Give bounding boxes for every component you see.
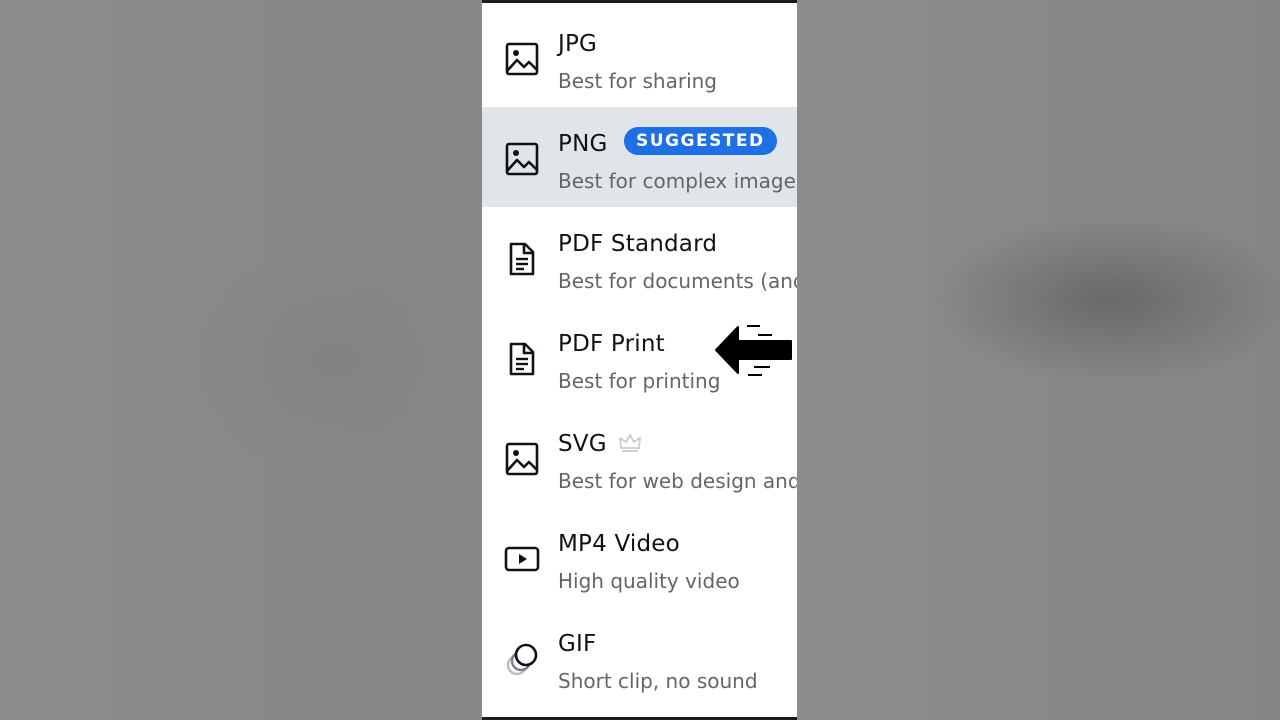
document-icon [509,242,535,276]
document-icon [509,342,535,376]
option-title: PDF Print [558,331,665,357]
suggested-badge: SUGGESTED [624,127,777,155]
video-play-icon [504,546,540,572]
option-gif[interactable]: GIF Short clip, no sound [482,607,797,707]
option-description: High quality video [558,569,740,593]
option-title: JPG [558,31,598,57]
option-pdf-standard[interactable]: PDF Standard Best for documents (and [482,207,797,307]
image-icon [505,42,539,76]
image-icon [505,442,539,476]
option-description: Short clip, no sound [558,669,758,693]
option-mp4-video[interactable]: MP4 Video High quality video [482,507,797,607]
option-title: PDF Standard [558,231,718,257]
option-title: PNG [558,131,608,157]
pointing-arrow-icon [715,325,792,376]
option-description: Best for complex images [558,169,797,193]
option-png[interactable]: PNG SUGGESTED Best for complex images [482,107,797,207]
option-svg[interactable]: SVG Best for web design and [482,407,797,507]
option-description: Best for sharing [558,69,718,93]
gif-circles-icon [506,643,538,676]
option-title: GIF [558,631,597,657]
image-icon [505,142,539,176]
option-description: Best for web design and [558,469,797,493]
option-title: MP4 Video [558,531,680,557]
option-description: Best for printing [558,369,721,393]
option-title: SVG [558,431,607,457]
option-description: Best for documents (and [558,269,797,293]
crown-icon [619,434,641,452]
option-jpg[interactable]: JPG Best for sharing [482,7,797,107]
